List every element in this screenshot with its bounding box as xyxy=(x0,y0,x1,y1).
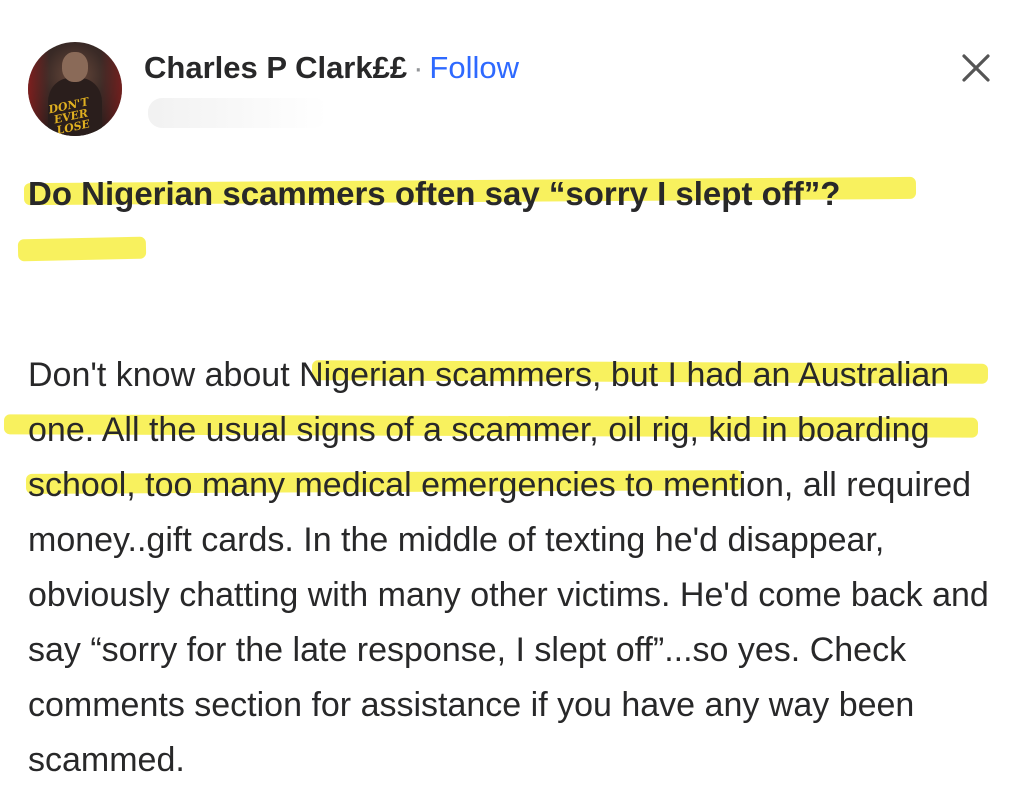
avatar[interactable]: DON'T EVER LOSE xyxy=(28,42,122,136)
answer-body: Don't know about Nigerian scammers, but … xyxy=(28,356,989,779)
author-credential-blur xyxy=(148,98,328,128)
question-title[interactable]: Do Nigerian scammers often say “sorry I … xyxy=(28,166,948,222)
question-highlight-2 xyxy=(17,236,147,262)
author-name[interactable]: Charles P Clark££ xyxy=(144,50,407,85)
follow-button[interactable]: Follow xyxy=(429,50,519,85)
close-icon xyxy=(962,54,990,82)
close-button[interactable] xyxy=(958,50,994,86)
post-header: DON'T EVER LOSE Charles P Clark££ · Follow xyxy=(28,42,998,142)
avatar-figure-head xyxy=(62,52,88,82)
separator-dot: · xyxy=(413,50,424,85)
author-row: Charles P Clark££ · Follow xyxy=(144,48,519,88)
